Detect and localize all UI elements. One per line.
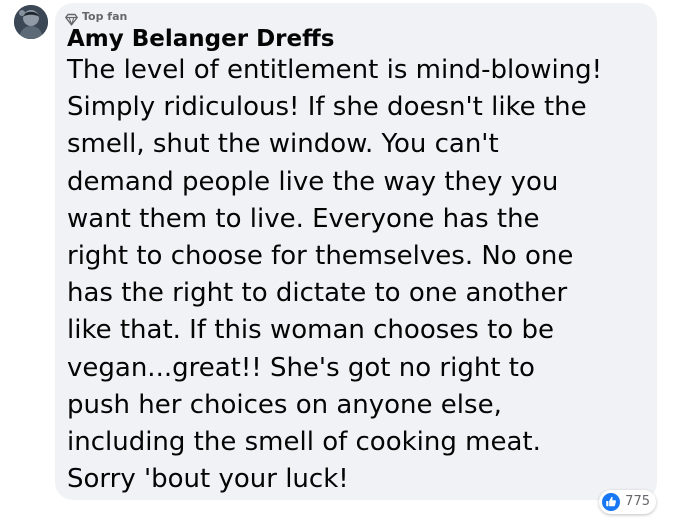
reaction-count: 775 bbox=[625, 494, 650, 509]
comment-line: right to choose for themselves. No one bbox=[67, 241, 574, 272]
comment-line: push her choices on anyone else, bbox=[67, 389, 502, 420]
diamond-icon bbox=[65, 11, 78, 26]
comment-line: demand people live the way they you bbox=[67, 166, 559, 197]
comment-line: Sorry 'bout your luck! bbox=[67, 464, 349, 495]
reaction-summary[interactable]: 775 bbox=[599, 490, 656, 514]
like-icon bbox=[602, 493, 621, 511]
comment-line: vegan...great!! She's got no right to bbox=[67, 352, 535, 383]
avatar[interactable] bbox=[14, 5, 48, 39]
comment-line: including the smell of cooking meat. bbox=[67, 427, 541, 458]
comment-line: smell, shut the window. You can't bbox=[67, 129, 499, 160]
comment-line: like that. If this woman chooses to be bbox=[67, 315, 554, 346]
comment-line: Simply ridiculous! If she doesn't like t… bbox=[67, 92, 587, 123]
comment-screenshot: Top fan Amy Belanger Dreffs The level of… bbox=[0, 0, 700, 520]
avatar-image bbox=[14, 5, 48, 39]
comment-line: want them to live. Everyone has the bbox=[67, 203, 540, 234]
author-name[interactable]: Amy Belanger Dreffs bbox=[67, 23, 334, 55]
comment-text: The level of entitlement is mind-blowing… bbox=[67, 52, 652, 498]
comment-line: has the right to dictate to one another bbox=[67, 278, 568, 309]
comment-line: The level of entitlement is mind-blowing… bbox=[67, 55, 603, 85]
